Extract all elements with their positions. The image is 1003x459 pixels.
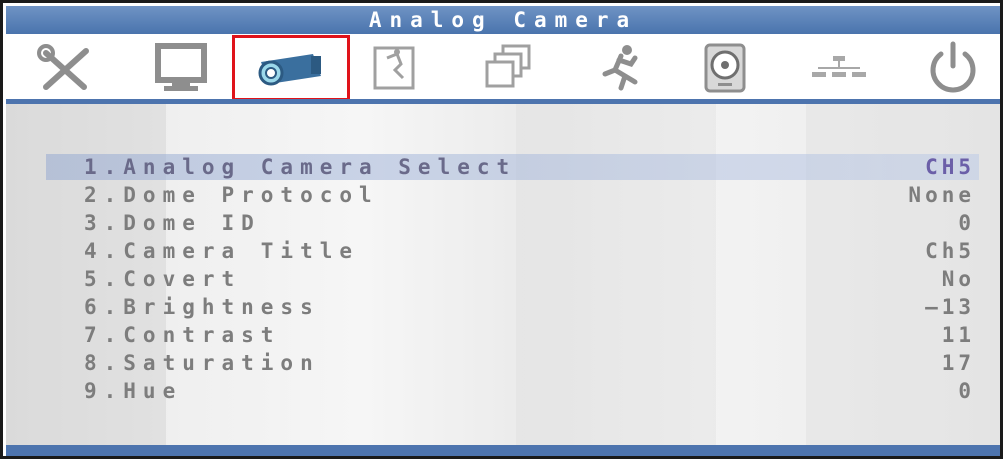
menu-item-label: 3.Dome ID <box>84 211 261 235</box>
menu-item-value[interactable]: Ch5 <box>925 239 979 263</box>
menu-item-label: 8.Saturation <box>84 351 320 375</box>
menu-item-saturation[interactable]: 8.Saturation 17 <box>46 350 979 376</box>
multi-window-icon[interactable] <box>464 38 554 98</box>
menu-item-value[interactable]: None <box>908 183 979 207</box>
menu-item-value[interactable]: 0 <box>958 211 979 235</box>
menu-item-value[interactable]: No <box>942 267 979 291</box>
menu-item-label: 1.Analog Camera Select <box>84 155 517 179</box>
menu-item-label: 2.Dome Protocol <box>84 183 379 207</box>
menu-item-label: 9.Hue <box>84 379 183 403</box>
menu-item-value[interactable]: 17 <box>942 351 979 375</box>
tools-icon[interactable] <box>22 38 112 98</box>
hard-disk-icon[interactable] <box>680 38 770 98</box>
network-icon[interactable] <box>794 38 884 98</box>
menu-item-analog-camera-select[interactable]: 1.Analog Camera Select CH5 <box>46 154 979 180</box>
osd-window: Analog Camera 1.Analog Camera Select CH5… <box>0 0 1003 459</box>
menu-item-value[interactable]: CH5 <box>925 155 979 179</box>
menu-item-brightness[interactable]: 6.Brightness —13 <box>46 294 979 320</box>
menu-item-value[interactable]: 0 <box>958 379 979 403</box>
window-title: Analog Camera <box>6 6 1000 34</box>
running-person-icon[interactable] <box>576 38 666 98</box>
menu-item-camera-title[interactable]: 4.Camera Title Ch5 <box>46 238 979 264</box>
motion-alarm-icon[interactable] <box>350 38 440 98</box>
menu-item-value[interactable]: —13 <box>925 295 979 319</box>
menu-item-covert[interactable]: 5.Covert No <box>46 266 979 292</box>
menu-item-label: 5.Covert <box>84 267 242 291</box>
menu-item-dome-id[interactable]: 3.Dome ID 0 <box>46 210 979 236</box>
icon-toolbar <box>6 34 1000 101</box>
menu-item-hue[interactable]: 9.Hue 0 <box>46 378 979 404</box>
menu-item-contrast[interactable]: 7.Contrast 11 <box>46 322 979 348</box>
monitor-icon[interactable] <box>136 38 226 98</box>
menu-item-value[interactable]: 11 <box>942 323 979 347</box>
menu-panel: 1.Analog Camera Select CH5 2.Dome Protoc… <box>6 104 1000 445</box>
menu-item-label: 4.Camera Title <box>84 239 360 263</box>
menu-item-label: 6.Brightness <box>84 295 320 319</box>
menu-item-label: 7.Contrast <box>84 323 281 347</box>
camera-icon[interactable] <box>232 35 350 101</box>
menu-item-dome-protocol[interactable]: 2.Dome Protocol None <box>46 182 979 208</box>
power-icon[interactable] <box>908 38 998 98</box>
bottom-bar <box>6 445 1000 456</box>
